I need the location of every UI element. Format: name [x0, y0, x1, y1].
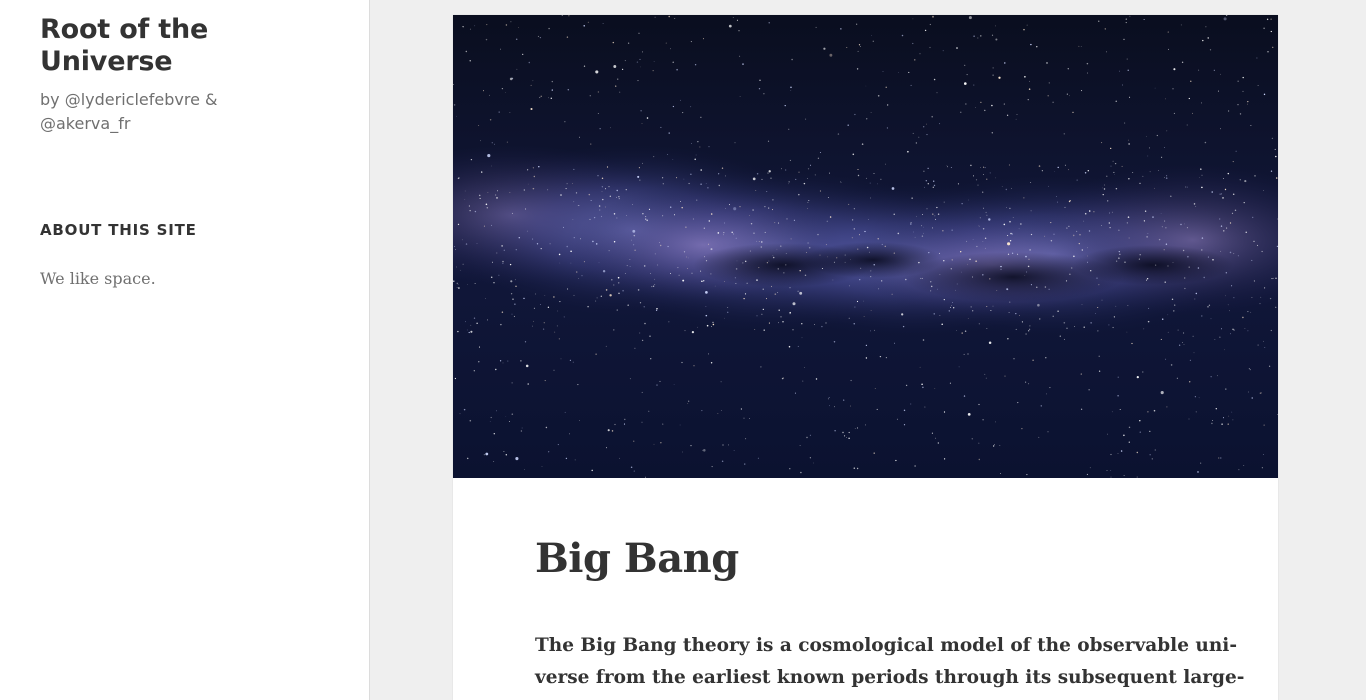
excerpt-line: The Big Bang theory is a cosmological mo…: [535, 635, 1238, 656]
post-title[interactable]: Big Bang: [535, 533, 739, 585]
site-description: by @lydericlefebvre & @akerva_fr: [40, 90, 218, 133]
featured-image[interactable]: [453, 15, 1278, 478]
milky-way-image: [453, 15, 1278, 478]
excerpt-line: verse from the earliest known periods th…: [535, 667, 1245, 688]
post-excerpt: The Big Bang theory is a cosmological mo…: [535, 630, 1245, 694]
widget-title: ABOUT THIS SITE: [40, 221, 197, 239]
post-article: Big Bang The Big Bang theory is a cosmol…: [453, 15, 1278, 700]
sidebar: Root of the Universe by @lydericlefebvre…: [0, 0, 370, 700]
site-title-link[interactable]: Root of the Universe: [40, 14, 340, 78]
widget-text: We like space.: [40, 269, 156, 288]
